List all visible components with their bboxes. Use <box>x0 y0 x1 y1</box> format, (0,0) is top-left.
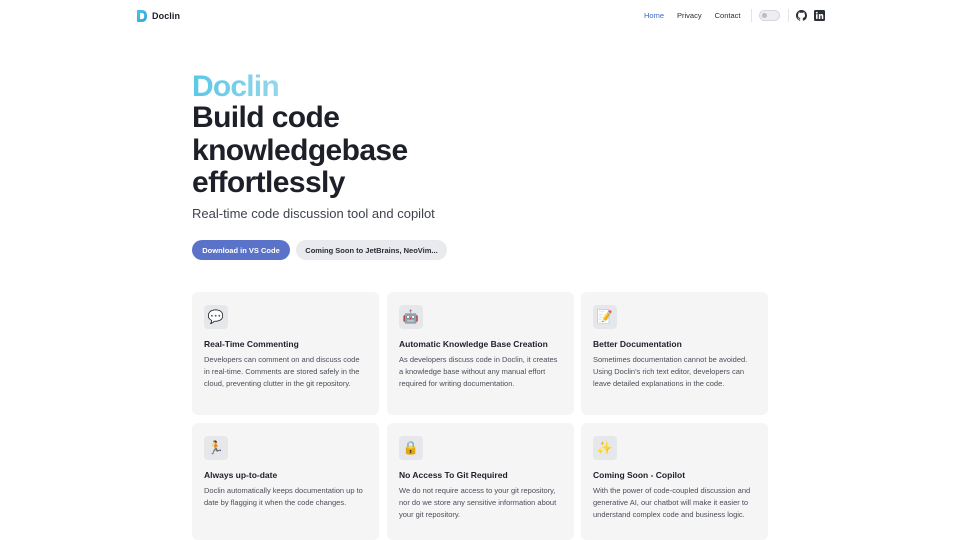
brand-name: Doclin <box>152 11 181 21</box>
nav-link-contact[interactable]: Contact <box>715 11 741 20</box>
doclin-logo-icon <box>137 10 147 22</box>
feature-description: Sometimes documentation cannot be avoide… <box>593 355 748 388</box>
feature-title: Automatic Knowledge Base Creation <box>399 339 548 349</box>
top-navbar: Doclin Home Privacy Contact <box>0 0 960 32</box>
feature-title: Always up-to-date <box>204 470 278 480</box>
feature-title: No Access To Git Required <box>399 470 508 480</box>
feature-description: With the power of code-coupled discussio… <box>593 486 751 519</box>
feature-card: ✨ Coming Soon - Copilot With the power o… <box>581 423 768 540</box>
hero-title: Build code knowledgebase effortlessly <box>192 101 552 200</box>
theme-toggle[interactable] <box>759 10 780 21</box>
speech-bubble-icon: 💬 <box>204 305 228 329</box>
nav-divider <box>751 9 752 22</box>
feature-card: 🏃 Always up-to-date Doclin automatically… <box>192 423 379 540</box>
feature-title: Better Documentation <box>593 339 682 349</box>
feature-title: Coming Soon - Copilot <box>593 470 686 480</box>
feature-card: 📝 Better Documentation Sometimes documen… <box>581 292 768 415</box>
feature-card: 🤖 Automatic Knowledge Base Creation As d… <box>387 292 574 415</box>
feature-description: We do not require access to your git rep… <box>399 486 557 519</box>
download-vscode-button[interactable]: Download in VS Code <box>192 240 290 260</box>
feature-card: 💬 Real-Time Commenting Developers can co… <box>192 292 379 415</box>
robot-icon: 🤖 <box>399 305 423 329</box>
feature-description: Doclin automatically keeps documentation… <box>204 486 363 507</box>
hero-title-line: effortlessly <box>192 166 345 199</box>
nav-links: Home Privacy Contact <box>644 11 753 20</box>
feature-title: Real-Time Commenting <box>204 339 299 349</box>
linkedin-icon[interactable] <box>814 10 825 21</box>
nav-link-home[interactable]: Home <box>644 11 664 20</box>
hero-brand: Doclin <box>192 70 280 103</box>
nav-link-privacy[interactable]: Privacy <box>677 11 702 20</box>
feature-description: Developers can comment on and discuss co… <box>204 355 360 388</box>
hero-title-line: knowledgebase <box>192 133 408 167</box>
memo-icon: 📝 <box>593 305 617 329</box>
sparkles-icon: ✨ <box>593 436 617 460</box>
coming-soon-button[interactable]: Coming Soon to JetBrains, NeoVim... <box>296 240 447 260</box>
runner-icon: 🏃 <box>204 436 228 460</box>
feature-description: As developers discuss code in Doclin, it… <box>399 355 558 388</box>
nav-divider <box>788 9 789 22</box>
hero-subtitle: Real-time code discussion tool and copil… <box>192 206 435 221</box>
lock-icon: 🔒 <box>399 436 423 460</box>
theme-toggle-knob <box>762 13 767 18</box>
feature-card: 🔒 No Access To Git Required We do not re… <box>387 423 574 540</box>
hero-title-line: Build code <box>192 101 340 134</box>
brand-link[interactable]: Doclin <box>136 9 180 23</box>
github-icon[interactable] <box>796 10 807 21</box>
